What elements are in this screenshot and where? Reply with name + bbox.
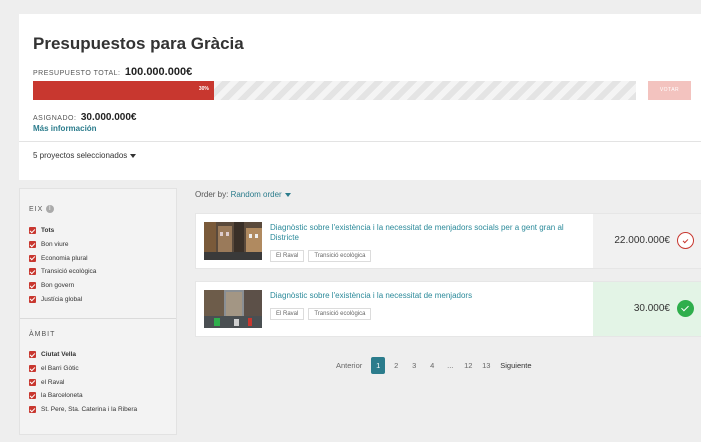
project-title-link[interactable]: Diagnòstic sobre l'existència i la neces…	[270, 291, 588, 301]
filter-option-label: Ciutat Vella	[41, 351, 77, 359]
filter-list-eix: Tots Bon viure Economia plural Transició ec…	[29, 224, 96, 306]
tag-category[interactable]: Transició ecològica	[308, 250, 372, 262]
budget-card: Presupuestos para Gràcia Presupuesto tot…	[19, 14, 701, 180]
divider	[19, 141, 701, 142]
checkbox[interactable]	[29, 392, 36, 400]
checkbox[interactable]	[29, 282, 36, 290]
checkbox[interactable]	[29, 227, 36, 235]
filter-option[interactable]: Tots	[29, 224, 96, 238]
filter-option[interactable]: la Barceloneta	[29, 389, 137, 403]
divider	[20, 318, 176, 319]
filter-option-label: el Barri Gòtic	[41, 365, 79, 373]
checkbox[interactable]	[29, 254, 36, 262]
vote-button[interactable]: Votar	[648, 81, 691, 100]
tag-scope[interactable]: El Raval	[270, 308, 305, 320]
filter-option-label: la Barceloneta	[41, 392, 83, 400]
filter-option[interactable]: el Barri Gòtic	[29, 362, 137, 376]
filter-heading-eix-label: EIX	[29, 205, 44, 213]
filter-option-label: Bon govern	[41, 282, 75, 290]
project-amount-box: 30.000€	[593, 282, 701, 336]
projects-selected-dropdown[interactable]: 5 proyectos seleccionados	[33, 151, 137, 160]
filter-heading-ambit: ÀMBIT	[29, 331, 56, 338]
page-link[interactable]: 1	[371, 357, 386, 374]
filter-option[interactable]: el Raval	[29, 375, 137, 389]
caret-down-icon	[130, 153, 137, 158]
filter-option-label: Economia plural	[41, 254, 88, 262]
pagination-ellipsis: ...	[447, 361, 454, 370]
project-thumbnail	[204, 290, 262, 328]
add-to-vote-icon[interactable]	[677, 232, 694, 249]
page-link[interactable]: 2	[387, 361, 405, 370]
filter-option-label: St. Pere, Sta. Caterina i la Ribera	[41, 406, 138, 414]
budget-assigned-value: 30.000.000€	[80, 112, 137, 123]
page-link[interactable]: 3	[405, 361, 423, 370]
order-by-label: Order by:	[195, 190, 229, 199]
filter-option-label: Bon viure	[41, 241, 69, 249]
project-amount-box: 22.000.000€	[593, 214, 701, 268]
budget-progress-fill: 30%	[33, 81, 214, 100]
filters-sidebar: EIX i Tots Bon viure Economia plural Transic…	[19, 188, 177, 435]
budget-total-label: Presupuesto total:	[33, 70, 121, 77]
project-card[interactable]: Diagnòstic sobre l'existència i la neces…	[195, 213, 701, 269]
budget-progress-percent: 30%	[198, 86, 209, 92]
checkbox[interactable]	[29, 351, 36, 359]
order-by-value: Random order	[230, 190, 282, 199]
caret-down-icon	[284, 192, 291, 197]
filter-option[interactable]: Bon govern	[29, 279, 96, 293]
checkbox[interactable]	[29, 365, 36, 373]
project-title-link[interactable]: Diagnòstic sobre l'existència i la neces…	[270, 223, 588, 243]
project-thumbnail	[204, 222, 262, 260]
checkbox[interactable]	[29, 241, 36, 249]
filter-option[interactable]: Bon viure	[29, 238, 96, 252]
pagination: Anterior 1 2 3 4... 12 13 Siguiente	[336, 357, 532, 374]
checkbox[interactable]	[29, 295, 36, 303]
project-tags: El Raval Transició ecològica	[270, 250, 372, 262]
selected-check-icon[interactable]	[677, 300, 694, 317]
info-icon[interactable]: i	[46, 205, 55, 213]
filter-list-ambit: Ciutat Vella el Barri Gòtic el Raval la Bar…	[29, 348, 137, 416]
filter-option[interactable]: St. Pere, Sta. Caterina i la Ribera	[29, 403, 137, 417]
project-card[interactable]: Diagnòstic sobre l'existència i la neces…	[195, 281, 701, 337]
checkbox[interactable]	[29, 268, 36, 276]
page-link[interactable]: 13	[477, 361, 495, 370]
projects-selected-label: 5 proyectos seleccionados	[33, 151, 128, 160]
filter-option-label: Justícia global	[41, 295, 83, 303]
budget-progress-bar: 30%	[33, 81, 636, 100]
checkbox[interactable]	[29, 406, 36, 414]
checkbox[interactable]	[29, 378, 36, 386]
filter-heading-eix: EIX i	[29, 205, 55, 213]
tag-scope[interactable]: El Raval	[270, 250, 305, 262]
more-info-link[interactable]: Más información	[33, 124, 97, 133]
tag-category[interactable]: Transició ecològica	[308, 308, 372, 320]
filter-option[interactable]: Justícia global	[29, 292, 96, 306]
budget-assigned-label: Asignado:	[33, 115, 77, 122]
filter-option-label: Transició ecològica	[41, 268, 97, 276]
page-title: Presupuestos para Gràcia	[33, 34, 244, 53]
budget-total: Presupuesto total: 100.000.000€	[33, 62, 192, 80]
project-tags: El Raval Transició ecològica	[270, 308, 372, 320]
next-page-link[interactable]: Siguiente	[500, 361, 531, 370]
project-amount: 22.000.000€	[614, 235, 670, 246]
filter-option[interactable]: Economia plural	[29, 251, 96, 265]
filter-option[interactable]: Transició ecològica	[29, 265, 96, 279]
order-by-dropdown[interactable]: Random order	[231, 190, 291, 199]
filter-option-label: el Raval	[41, 378, 65, 386]
previous-page-link[interactable]: Anterior	[336, 361, 362, 370]
filter-option-label: Tots	[41, 227, 55, 235]
filter-option[interactable]: Ciutat Vella	[29, 348, 137, 362]
page-link[interactable]: 12	[459, 361, 477, 370]
order-by: Order by: Random order	[195, 190, 291, 199]
project-amount: 30.000€	[633, 303, 670, 314]
budget-total-value: 100.000.000€	[124, 66, 193, 78]
page-link[interactable]: 4	[423, 361, 441, 370]
budget-assigned: Asignado: 30.000.000€	[33, 107, 136, 125]
